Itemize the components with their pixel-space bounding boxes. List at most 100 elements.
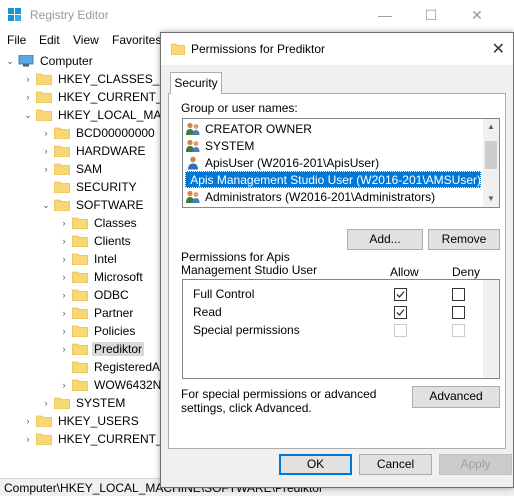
menu-edit[interactable]: Edit <box>39 33 60 47</box>
remove-button[interactable]: Remove <box>428 229 500 250</box>
tree-item[interactable]: SECURITY <box>40 178 139 196</box>
maximize-button[interactable]: ☐ <box>408 0 454 30</box>
tree-item[interactable]: › Intel <box>58 250 119 268</box>
scroll-up-icon[interactable]: ▲ <box>483 119 499 135</box>
tree-item-label: HKEY_CURRENT_C <box>58 432 170 446</box>
chevron-down-icon[interactable]: ⌄ <box>22 110 34 121</box>
tree-item[interactable]: › ODBC <box>58 286 131 304</box>
user-name: SYSTEM <box>205 138 255 153</box>
tree-item[interactable]: › SYSTEM <box>40 394 127 412</box>
user-list-item[interactable]: Apis Management Studio User (W2016-201\A… <box>185 171 481 188</box>
close-button[interactable]: ✕ <box>454 0 500 30</box>
chevron-right-icon[interactable]: › <box>58 308 70 318</box>
tree-item-label: SAM <box>76 162 103 176</box>
folder-icon <box>171 43 185 55</box>
tree-item-label: Prediktor <box>92 342 145 356</box>
tab-security[interactable]: Security <box>170 72 222 94</box>
user-list-scrollbar[interactable]: ▲ ▼ <box>483 119 499 207</box>
group-or-user-label: Group or user names: <box>181 101 298 115</box>
tree-item-label: SECURITY <box>76 180 137 194</box>
tree-item[interactable]: › HARDWARE <box>40 142 148 160</box>
chevron-right-icon[interactable]: › <box>58 254 70 264</box>
registry-title: Registry Editor <box>30 8 109 22</box>
tree-item[interactable]: ⌄ HKEY_LOCAL_MA <box>22 106 163 124</box>
user-list-item[interactable]: SYSTEM <box>185 137 481 154</box>
chevron-right-icon[interactable]: › <box>22 416 34 426</box>
registry-title-bar[interactable]: Registry Editor — ☐ ✕ <box>0 0 514 30</box>
tree-item[interactable]: › HKEY_CLASSES_RO <box>22 70 171 88</box>
chevron-right-icon[interactable]: › <box>58 380 70 390</box>
tree-item-label: Policies <box>94 324 136 338</box>
user-list-item[interactable]: CREATOR OWNER <box>185 120 481 137</box>
user-name: CREATOR OWNER <box>205 121 312 136</box>
tree-item[interactable]: › Clients <box>58 232 133 250</box>
chevron-right-icon[interactable]: › <box>22 434 34 444</box>
deny-checkbox[interactable] <box>452 306 465 319</box>
tree-item[interactable]: ⌄ SOFTWARE <box>40 196 146 214</box>
scroll-thumb[interactable] <box>485 141 497 169</box>
menu-file[interactable]: File <box>7 33 26 47</box>
chevron-right-icon[interactable]: › <box>22 92 34 102</box>
tree-item[interactable]: › SAM <box>40 160 104 178</box>
computer-icon <box>18 55 34 67</box>
ok-button[interactable]: OK <box>279 454 352 475</box>
chevron-right-icon[interactable]: › <box>58 326 70 336</box>
tree-item[interactable]: › BCD00000000 <box>40 124 157 142</box>
folder-icon <box>72 343 88 355</box>
chevron-right-icon[interactable]: › <box>58 236 70 246</box>
dialog-title-bar[interactable]: Permissions for Prediktor ✕ <box>161 33 513 65</box>
advanced-hint-text: For special permissions or advanced sett… <box>181 387 377 415</box>
folder-icon <box>72 325 88 337</box>
cancel-button[interactable]: Cancel <box>359 454 432 475</box>
chevron-right-icon[interactable]: › <box>40 146 52 156</box>
tree-item[interactable]: › Policies <box>58 322 137 340</box>
permissions-scrollbar[interactable] <box>483 280 499 378</box>
user-list-item[interactable]: ApisUser (W2016-201\ApisUser) <box>185 154 481 171</box>
tree-item-label: HARDWARE <box>76 144 146 158</box>
tree-item-label: SYSTEM <box>76 396 126 410</box>
tree-item-label: HKEY_CURRENT_U <box>58 90 170 104</box>
chevron-down-icon[interactable]: ⌄ <box>4 56 16 67</box>
tree-item[interactable]: › WOW6432N <box>58 376 163 394</box>
chevron-right-icon[interactable]: › <box>58 272 70 282</box>
tree-item-label: BCD00000000 <box>76 126 155 140</box>
chevron-right-icon[interactable]: › <box>58 218 70 228</box>
tree-item[interactable]: › Classes <box>58 214 139 232</box>
folder-icon <box>72 235 88 247</box>
chevron-right-icon[interactable]: › <box>40 164 52 174</box>
permissions-table: Full Control Read Special permissions <box>182 279 500 379</box>
tree-item[interactable]: RegisteredA <box>58 358 162 376</box>
chevron-right-icon[interactable]: › <box>22 74 34 84</box>
user-icon <box>188 156 198 169</box>
user-list-item[interactable]: Administrators (W2016-201\Administrators… <box>185 188 481 205</box>
folder-icon <box>36 433 52 445</box>
tree-item[interactable]: › HKEY_USERS <box>22 412 141 430</box>
chevron-right-icon[interactable]: › <box>40 128 52 138</box>
allow-checkbox <box>394 324 407 337</box>
tree-item[interactable]: › Microsoft <box>58 268 145 286</box>
allow-checkbox[interactable] <box>394 306 407 319</box>
tree-item-label: WOW6432N <box>94 378 162 392</box>
allow-checkbox[interactable] <box>394 288 407 301</box>
dialog-close-button[interactable]: ✕ <box>492 39 505 59</box>
scroll-down-icon[interactable]: ▼ <box>483 191 499 207</box>
folder-icon <box>36 91 52 103</box>
tree-item[interactable]: › HKEY_CURRENT_U <box>22 88 171 106</box>
chevron-right-icon[interactable]: › <box>58 344 70 354</box>
permissions-dialog: Permissions for Prediktor ✕ Security Gro… <box>160 32 514 488</box>
menu-favorites[interactable]: Favorites <box>112 33 161 47</box>
chevron-right-icon[interactable]: › <box>40 398 52 408</box>
tree-item[interactable]: ⌄ Computer <box>4 52 95 70</box>
tree-item[interactable]: › Partner <box>58 304 135 322</box>
add-button[interactable]: Add... <box>347 229 423 250</box>
menu-view[interactable]: View <box>73 33 99 47</box>
tree-item[interactable]: › HKEY_CURRENT_C <box>22 430 171 448</box>
chevron-right-icon[interactable]: › <box>58 290 70 300</box>
tree-item[interactable]: › Prediktor <box>58 340 145 358</box>
advanced-button[interactable]: Advanced <box>412 386 500 408</box>
chevron-down-icon[interactable]: ⌄ <box>40 200 52 211</box>
deny-checkbox[interactable] <box>452 288 465 301</box>
minimize-button[interactable]: — <box>362 0 408 30</box>
tree-item-label: HKEY_CLASSES_RO <box>58 72 170 86</box>
user-list[interactable]: ▲ ▼ CREATOR OWNER SYSTEM ApisUser (W2016-2… <box>182 118 500 208</box>
